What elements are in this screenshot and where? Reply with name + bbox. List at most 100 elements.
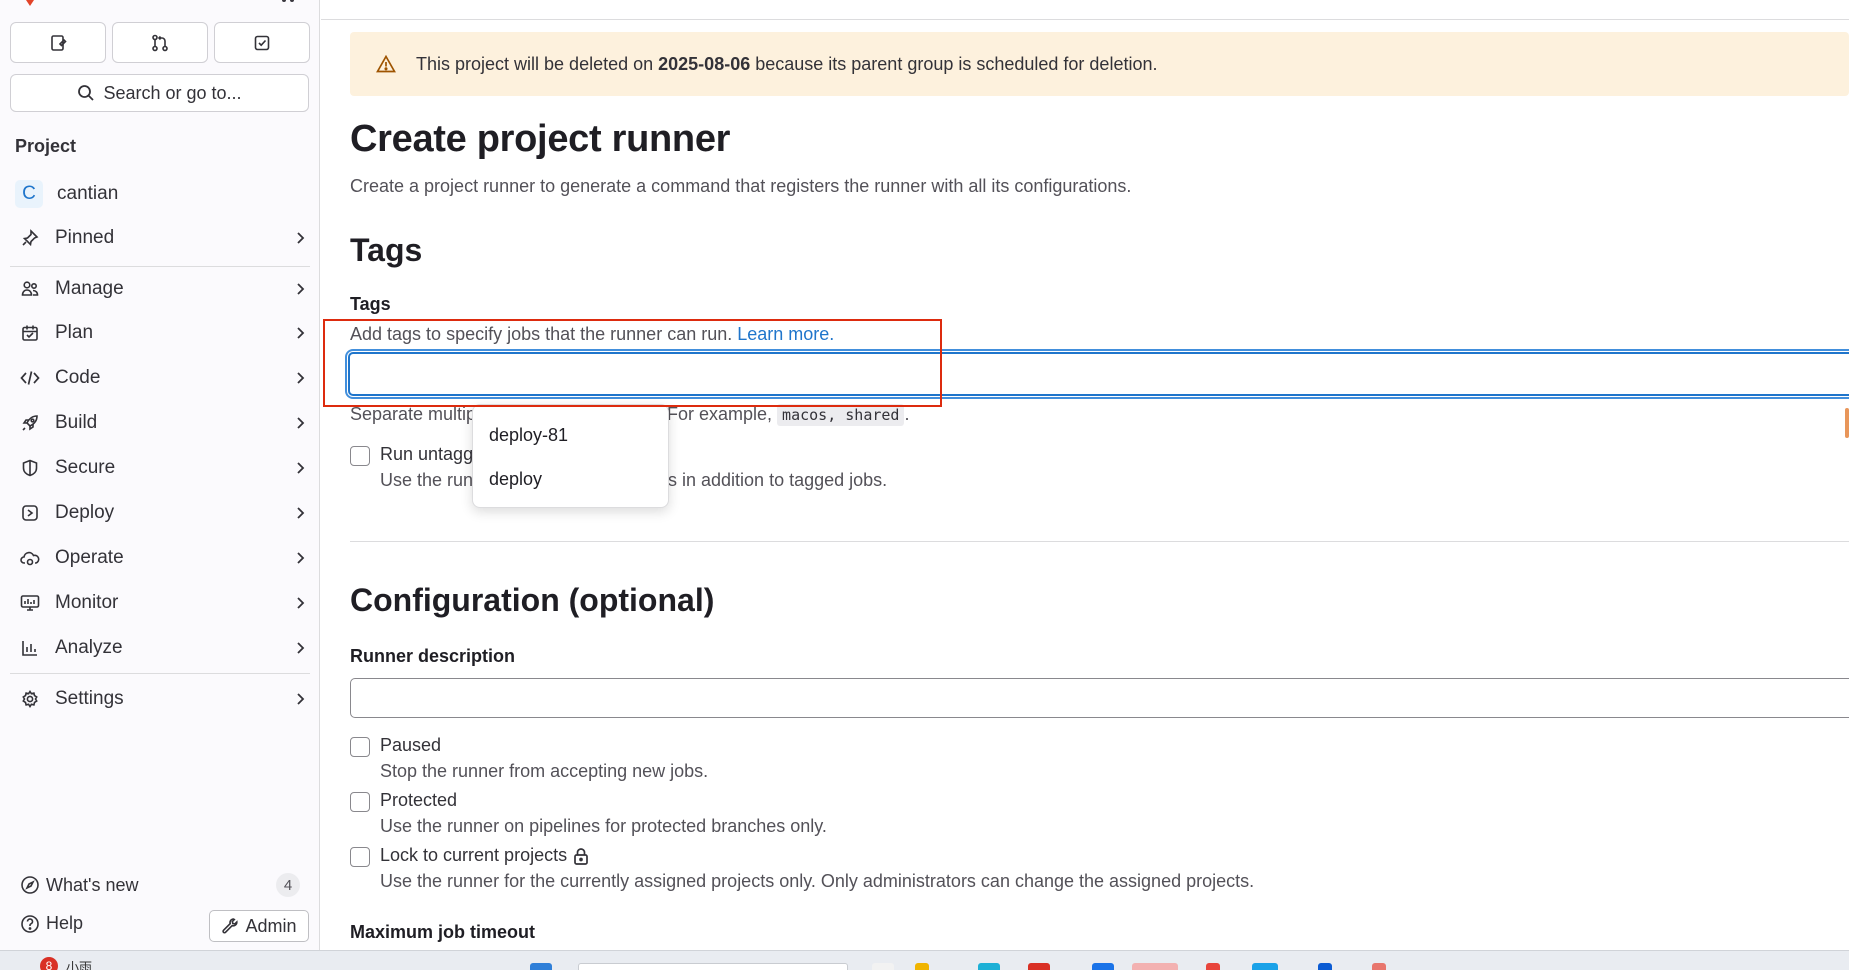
runner-description-label: Runner description	[350, 646, 516, 666]
project-name: cantian	[57, 183, 119, 204]
admin-button[interactable]: Admin	[209, 910, 309, 942]
collapse-sidebar-icon[interactable]	[278, 0, 298, 6]
chevron-right-icon	[290, 596, 310, 610]
edge-indicator	[1845, 408, 1849, 438]
tags-separator-help-end: For example, macos, shared.	[667, 404, 910, 426]
sidebar-item-code[interactable]: Code	[10, 359, 310, 397]
file-explorer-icon[interactable]	[872, 963, 894, 970]
vscode-icon[interactable]	[1318, 963, 1332, 970]
protected-help: Use the runner on pipelines for protecte…	[380, 816, 827, 836]
top-bar	[321, 0, 1849, 20]
lock-to-projects-help: Use the runner for the currently assigne…	[380, 871, 1255, 891]
whats-new-count-badge: 4	[276, 873, 300, 897]
weather-text: 小雨	[66, 960, 93, 970]
sidebar-item-secure[interactable]: Secure	[10, 449, 310, 487]
app-icon[interactable]	[1372, 963, 1386, 970]
tag-suggestions-dropdown: deploy-81 deploy	[472, 404, 669, 508]
rocket-icon	[10, 414, 50, 432]
chrome-icon[interactable]	[1028, 963, 1050, 970]
tags-heading: Tags	[350, 232, 423, 268]
taskbar-search-box[interactable]	[578, 963, 848, 970]
tag-suggestion[interactable]: deploy	[473, 457, 668, 501]
weather-badge: 8	[40, 957, 58, 970]
section-divider	[350, 541, 1849, 542]
search-label: Search or go to...	[103, 82, 242, 103]
sidebar-item-plan[interactable]: Plan	[10, 314, 310, 352]
page-description: Create a project runner to generate a co…	[350, 176, 1132, 196]
chevron-right-icon	[290, 641, 310, 655]
sidebar-item-settings[interactable]: Settings	[10, 680, 310, 718]
sidebar-item-analyze[interactable]: Analyze	[10, 629, 310, 667]
lock-to-projects-checkbox[interactable]	[350, 847, 370, 867]
monitor-icon	[10, 594, 50, 612]
app-icon[interactable]	[1206, 963, 1220, 970]
runner-description-input[interactable]	[350, 678, 1849, 718]
edge-browser-icon[interactable]	[978, 963, 1000, 970]
sidebar-item-label: Pinned	[55, 227, 115, 248]
wrench-icon	[222, 918, 239, 934]
compass-icon	[21, 876, 39, 894]
issues-button[interactable]	[10, 22, 106, 63]
chevron-right-icon	[290, 461, 310, 475]
calendar-icon	[10, 324, 50, 342]
alert-date: 2025-08-06	[658, 53, 751, 74]
chevron-right-icon	[290, 231, 310, 245]
users-icon	[10, 280, 50, 298]
sidebar-item-operate[interactable]: Operate	[10, 539, 310, 577]
run-untagged-help-start: Use the run	[380, 470, 474, 490]
lock-icon	[574, 847, 588, 865]
project-avatar: C	[15, 180, 43, 208]
app-icon[interactable]	[1252, 963, 1278, 970]
gitlab-logo-icon[interactable]	[22, 0, 38, 6]
chevron-right-icon	[290, 692, 310, 706]
folder-icon[interactable]	[915, 963, 929, 970]
run-untagged-checkbox[interactable]	[350, 446, 370, 466]
issues-icon	[51, 34, 67, 51]
sidebar-item-label: Code	[55, 367, 101, 388]
search-icon	[78, 85, 95, 101]
sidebar-item-build[interactable]: Build	[10, 404, 310, 442]
paused-label: Paused	[380, 735, 442, 755]
paused-help: Stop the runner from accepting new jobs.	[380, 761, 709, 781]
sidebar-item-label: Plan	[55, 322, 94, 343]
os-taskbar: 8 小雨	[0, 950, 1849, 970]
deployments-icon	[10, 504, 50, 522]
active-app-icon[interactable]	[1132, 963, 1178, 970]
sidebar-item-label: Operate	[55, 547, 124, 568]
mail-icon[interactable]	[1092, 963, 1114, 970]
tag-suggestion[interactable]: deploy-81	[473, 413, 668, 457]
protected-checkbox[interactable]	[350, 792, 370, 812]
shield-icon	[10, 459, 50, 477]
paused-checkbox[interactable]	[350, 737, 370, 757]
sidebar-item-manage[interactable]: Manage	[10, 270, 310, 308]
highlight-box	[323, 319, 942, 407]
sidebar-item-label: Build	[55, 412, 98, 433]
chevron-right-icon	[290, 416, 310, 430]
page-title: Create project runner	[350, 118, 731, 160]
chevron-right-icon	[290, 371, 310, 385]
warning-icon	[376, 55, 396, 73]
sidebar-item-label: Settings	[55, 688, 124, 709]
sidebar-item-label: Deploy	[55, 502, 115, 523]
project-link[interactable]: C cantian	[15, 180, 118, 208]
help-link[interactable]: Help	[20, 913, 83, 934]
sidebar-divider	[10, 673, 310, 674]
whats-new-label: What's new	[46, 874, 139, 895]
chevron-right-icon	[290, 282, 310, 296]
chevron-right-icon	[290, 506, 310, 520]
sidebar-item-deploy[interactable]: Deploy	[10, 494, 310, 532]
sidebar-item-monitor[interactable]: Monitor	[10, 584, 310, 622]
whats-new-link[interactable]: What's new 4	[20, 873, 300, 897]
run-untagged-label: Run untagg	[380, 444, 474, 464]
merge-requests-button[interactable]	[112, 22, 208, 63]
configuration-heading: Configuration (optional)	[350, 582, 715, 618]
chevron-right-icon	[290, 326, 310, 340]
search-button[interactable]: Search or go to...	[10, 74, 309, 112]
quick-actions	[10, 22, 310, 63]
sidebar-item-label: Secure	[55, 457, 116, 478]
sidebar: Search or go to... Project C cantian Pin…	[0, 0, 320, 950]
help-label: Help	[46, 913, 84, 933]
sidebar-item-pinned[interactable]: Pinned	[10, 219, 310, 257]
start-icon[interactable]	[530, 963, 552, 970]
todos-button[interactable]	[214, 22, 310, 63]
